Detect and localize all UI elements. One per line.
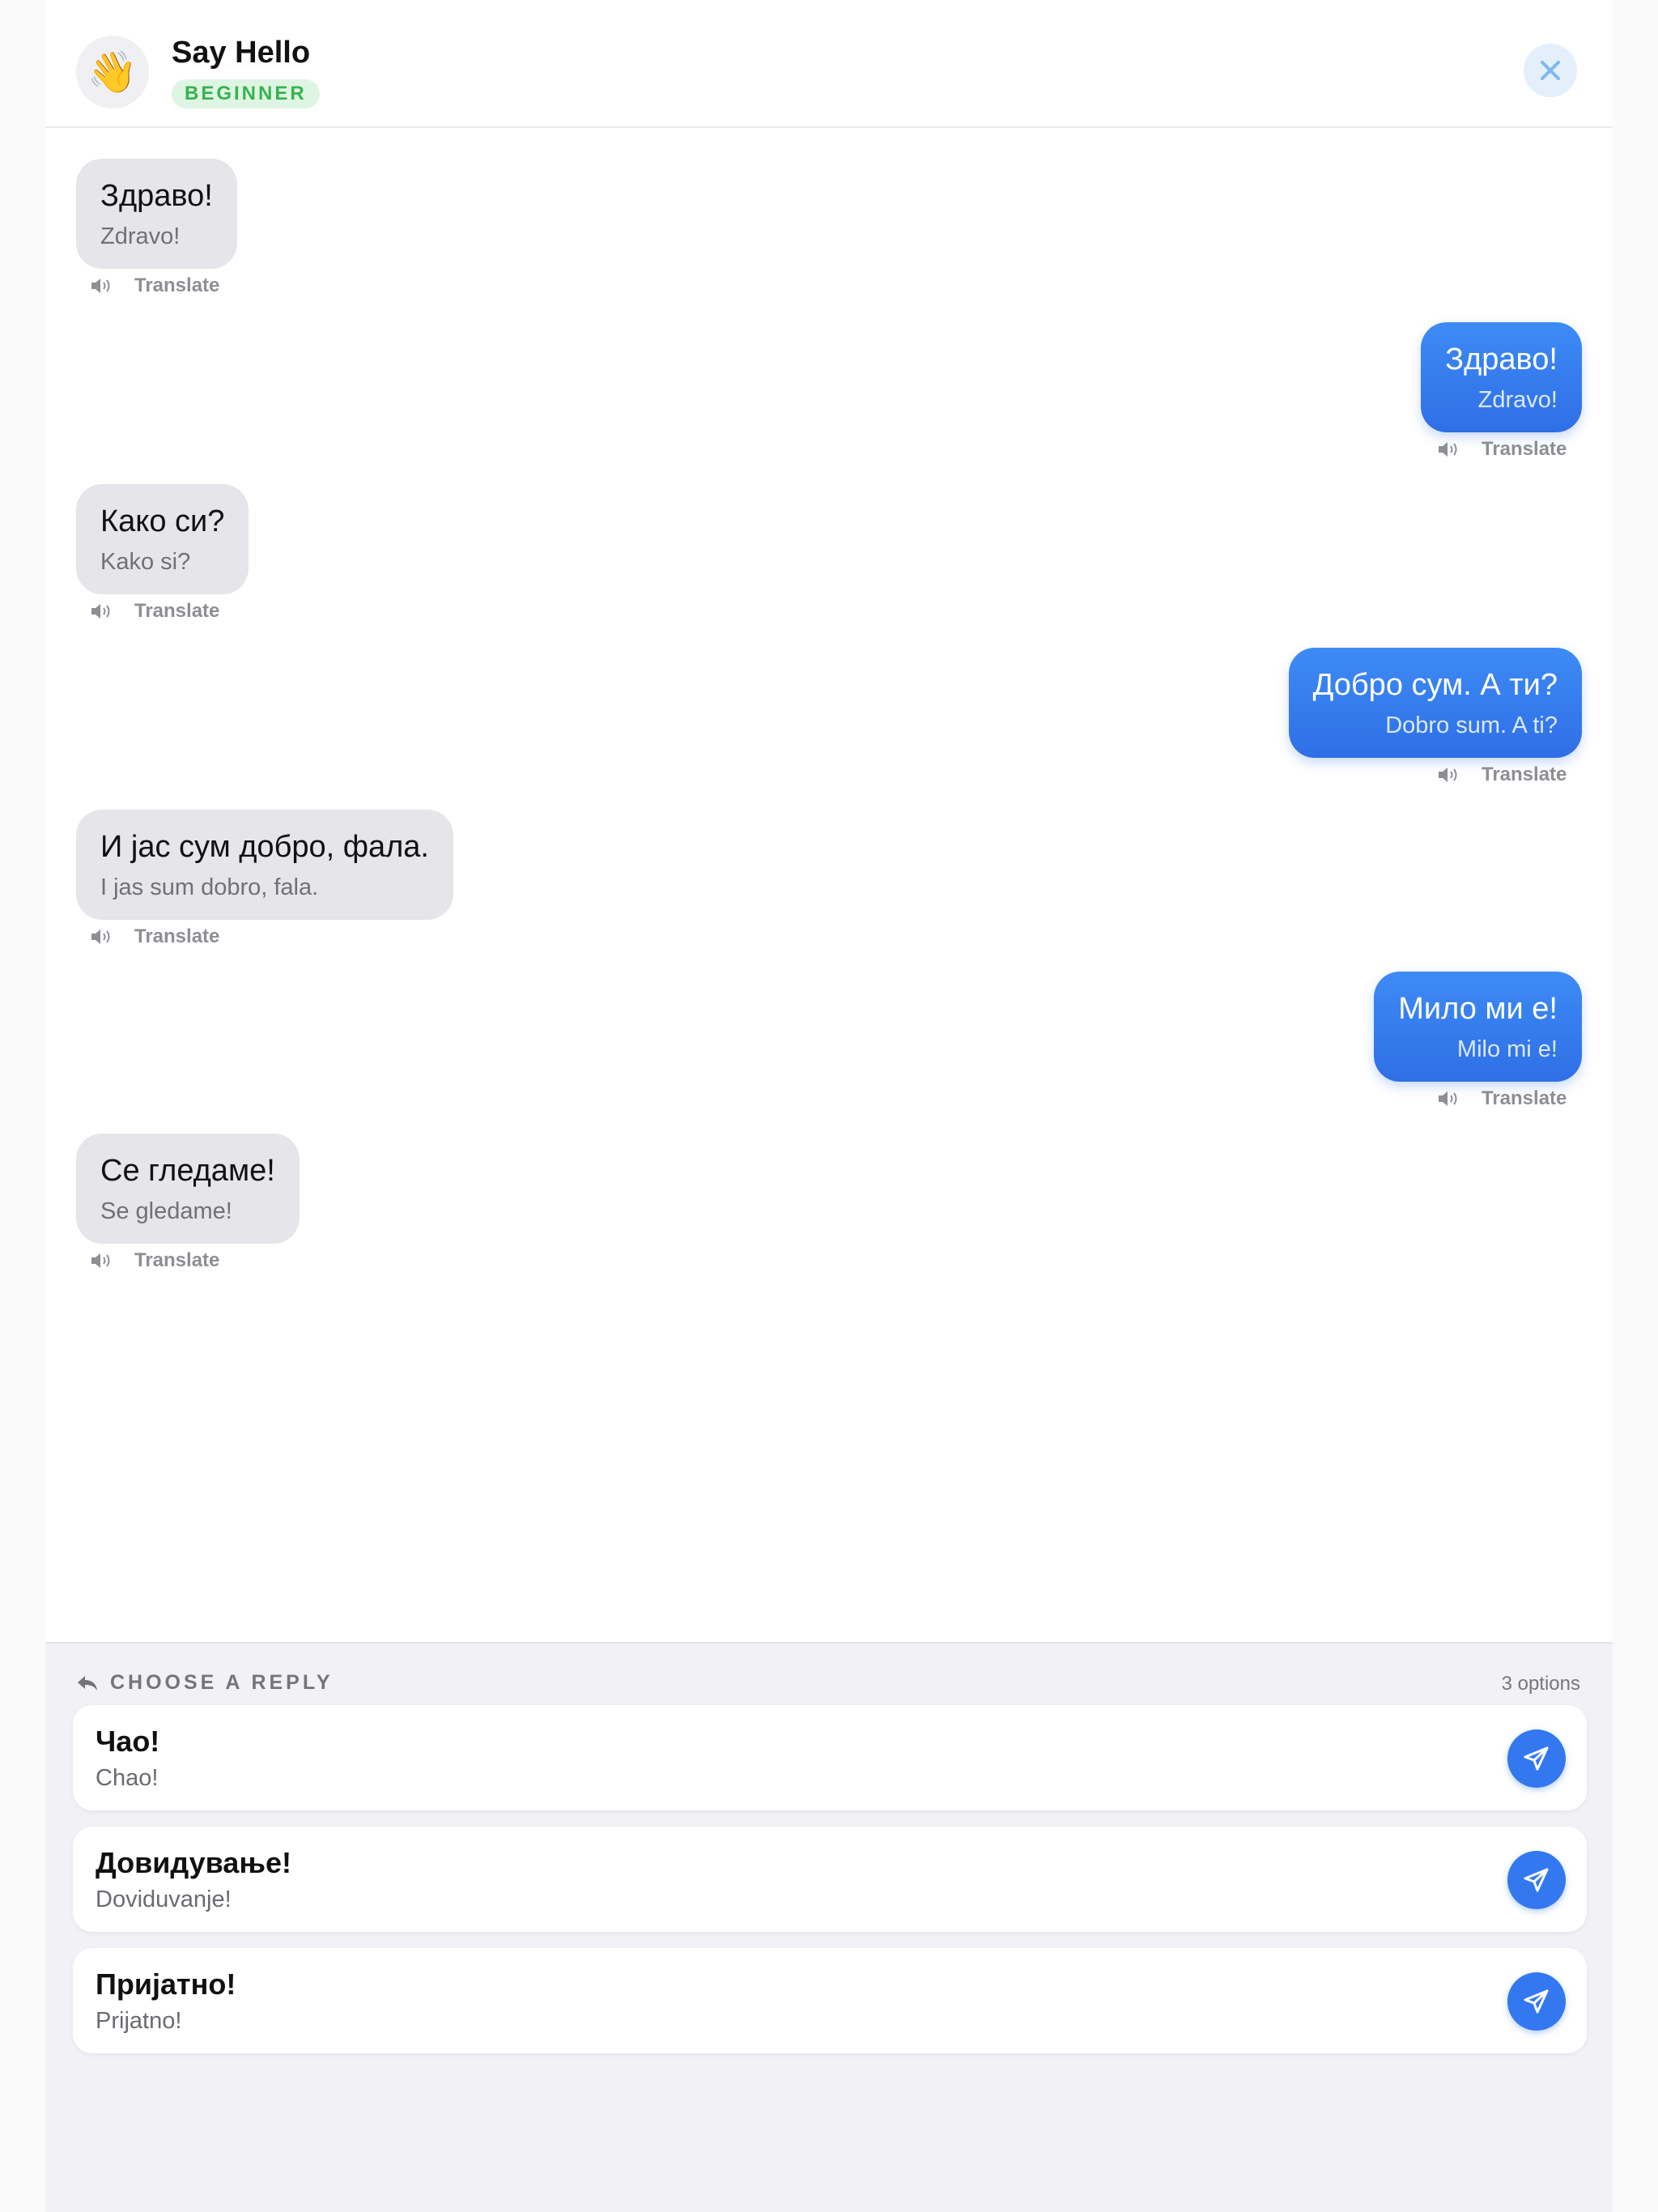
speaker-icon[interactable] [89,600,115,623]
reply-count: 3 options [1501,1673,1580,1695]
message-text: И јас сум добро, фала. [100,830,429,864]
message-bubble-bot: И јас сум добро, фала. I jas sum dobro, … [76,810,453,920]
speaker-icon[interactable] [1436,438,1462,461]
reply-option[interactable]: Пријатно! Prijatno! [73,1948,1587,2053]
message-transliteration: Milo mi e! [1456,1036,1558,1062]
send-icon [1524,1868,1549,1892]
close-button[interactable] [1524,44,1577,97]
reply-option-transliteration: Prijatno! [96,2008,182,2034]
message-text: Здраво! [1445,342,1558,376]
translate-button[interactable]: Translate [134,1249,219,1272]
speaker-icon[interactable] [1436,764,1462,786]
message-transliteration: Se gledame! [100,1198,232,1224]
waving-hand-icon: 👋 [87,48,138,96]
message-text: Мило ми е! [1398,992,1558,1026]
send-button[interactable] [1507,1729,1566,1788]
message-transliteration: Zdravo! [100,223,181,249]
reply-option[interactable]: Довидување! Doviduvanje! [73,1827,1587,1932]
message-bubble-user: Мило ми е! Milo mi e! [1374,972,1582,1082]
message-actions: Translate [1436,1085,1567,1112]
message-actions: Translate [1436,761,1567,789]
message-text: Здраво! [100,179,213,213]
avatar: 👋 [76,36,149,108]
message-actions: Translate [89,272,219,300]
reply-option[interactable]: Чао! Chao! [73,1705,1587,1810]
speaker-icon[interactable] [89,274,115,297]
message-transliteration: Dobro sum. A ti? [1385,713,1558,738]
message-bubble-user: Добро сум. А ти? Dobro sum. A ti? [1288,648,1582,758]
speaker-icon[interactable] [89,925,115,948]
message-actions: Translate [1436,436,1567,463]
speaker-icon[interactable] [1436,1087,1462,1110]
message-bubble-user: Здраво! Zdravo! [1421,322,1582,432]
send-button[interactable] [1507,1972,1566,2031]
translate-button[interactable]: Translate [134,274,219,297]
page-title: Say Hello [172,36,311,70]
message-text: Како си? [100,504,225,538]
message-actions: Translate [89,1247,219,1274]
reply-option-transliteration: Doviduvanje! [96,1887,232,1912]
reply-option-text: Чао! [96,1725,160,1758]
reply-area: CHOOSE A REPLY 3 options Чао! Chao! Дови… [45,1642,1613,2212]
message-text: Се гледаме! [100,1154,275,1188]
reply-title: CHOOSE A REPLY [110,1671,334,1694]
message-transliteration: Kako si? [100,549,191,575]
message-text: Добро сум. А ти? [1312,668,1558,702]
close-icon [1541,61,1560,80]
message-bubble-bot: Како си? Kako si? [76,484,249,594]
conversation-panel: 👋 Say Hello BEGINNER Здраво! Zdravo! Tra… [45,0,1613,2212]
translate-button[interactable]: Translate [1482,438,1567,461]
message-transliteration: Zdravo! [1477,387,1558,413]
message-transliteration: I jas sum dobro, fala. [100,874,319,900]
reply-option-transliteration: Chao! [96,1765,159,1791]
translate-button[interactable]: Translate [134,925,219,948]
conversation-header: 👋 Say Hello BEGINNER [45,0,1613,128]
message-bubble-bot: Здраво! Zdravo! [76,159,237,269]
send-icon [1524,1989,1549,2014]
message-bubble-bot: Се гледаме! Se gledame! [76,1134,300,1244]
message-actions: Translate [89,598,219,625]
reply-option-text: Довидување! [96,1846,291,1879]
translate-button[interactable]: Translate [1482,764,1567,786]
reply-option-text: Пријатно! [96,1967,236,2001]
send-icon [1524,1746,1549,1771]
translate-button[interactable]: Translate [1482,1087,1567,1110]
send-button[interactable] [1507,1851,1566,1909]
speaker-icon[interactable] [89,1249,115,1272]
reply-arrow-icon [78,1675,97,1691]
message-actions: Translate [89,923,219,951]
level-badge: BEGINNER [172,79,320,108]
reply-header: CHOOSE A REPLY [76,1671,334,1695]
translate-button[interactable]: Translate [134,600,219,623]
